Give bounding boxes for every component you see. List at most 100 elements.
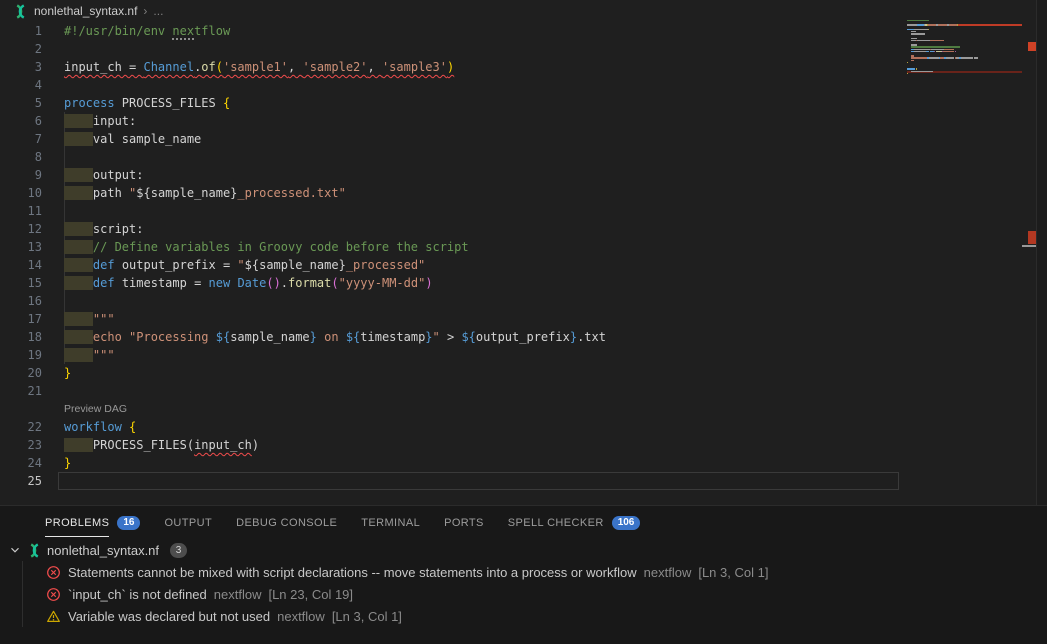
code-line: 18 echo "Processing ${sample_name} on ${… [0,328,905,346]
code-line-text[interactable]: // Define variables in Groovy code befor… [64,238,469,256]
minimap[interactable] [907,20,1022,110]
code-line-text[interactable]: """ [64,310,115,328]
code-token: () [266,276,280,290]
code-token: """ [93,348,115,362]
minimap-token [946,57,955,58]
minimap-line [907,75,1022,77]
minimap-token [911,57,927,58]
panel-tab-label: SPELL CHECKER [508,508,604,537]
code-line-text[interactable]: path "${sample_name}_processed.txt" [64,184,346,202]
code-line-text[interactable]: input_ch = Channel.of('sample1', 'sample… [64,58,454,76]
code-line-text[interactable]: } [64,364,71,382]
code-line-text[interactable]: echo "Processing ${sample_name} on ${tim… [64,328,606,346]
problem-row[interactable]: Statements cannot be mixed with script d… [0,561,1047,583]
minimap-token [914,51,926,52]
minimap-token [924,71,932,72]
line-number: 8 [0,148,42,166]
line-number: 2 [0,40,42,58]
minimap-token [938,24,947,25]
code-line-text[interactable]: val sample_name [64,130,201,148]
problem-row[interactable]: Variable was declared but not usednextfl… [0,605,1047,627]
code-token: PROCESS_FILES [115,96,223,110]
code-line-text[interactable]: def timestamp = new Date().format("yyyy-… [64,274,433,292]
breadcrumb-filename[interactable]: nonlethal_syntax.nf [34,4,137,18]
minimap-token [924,20,929,21]
minimap-token [944,49,954,50]
problems-file-group[interactable]: nonlethal_syntax.nf 3 [0,539,1047,561]
code-line-text[interactable]: workflow { [64,418,136,436]
code-token: output_prefix [476,330,570,344]
code-line: 23 PROCESS_FILES(input_ch) [0,436,905,454]
indent-highlight [64,258,93,272]
code-line-text[interactable]: output: [64,166,143,184]
code-line: 20} [0,364,905,382]
code-line-text[interactable]: PROCESS_FILES(input_ch) [64,436,259,454]
code-line-text[interactable]: script: [64,220,143,238]
code-line-text[interactable]: def output_prefix = "${sample_name}_proc… [64,256,425,274]
code-token: sample_name [230,330,309,344]
panel-tab-spell-checker[interactable]: SPELL CHECKER106 [508,506,641,539]
minimap-token [914,29,928,30]
line-number: 1 [0,22,42,40]
indent-highlight [64,348,93,362]
minimap-token [907,68,915,69]
code-line: 3input_ch = Channel.of('sample1', 'sampl… [0,58,905,76]
nextflow-file-icon [13,4,28,19]
nextflow-file-icon [27,543,42,558]
indent-highlight [64,276,93,290]
code-token: ${sample_name} [136,186,237,200]
code-token: on [317,330,346,344]
panel-tab-label: PORTS [444,508,484,537]
panel-tab-ports[interactable]: PORTS [444,506,484,539]
vscode-window: nonlethal_syntax.nf › ... Preview DAG 1 #… [0,0,1047,644]
code-line-text[interactable]: } [64,454,71,472]
breadcrumb[interactable]: nonlethal_syntax.nf › ... [0,0,905,22]
code-line: 15 def timestamp = new Date().format("yy… [0,274,905,292]
code-token: ( [216,60,223,74]
panel-tab-problems[interactable]: PROBLEMS16 [45,506,140,539]
code-line-text[interactable]: process PROCESS_FILES { [64,94,230,112]
line-number: 15 [0,274,42,292]
problems-tree: nonlethal_syntax.nf 3 Statements cannot … [0,539,1047,627]
code-line-text[interactable]: input: [64,112,136,130]
line-number: 14 [0,256,42,274]
code-line: 14 def output_prefix = "${sample_name}_p… [0,256,905,274]
code-token: ( [331,276,338,290]
line-number: 24 [0,454,42,472]
minimap-token [928,29,929,30]
code-token: Channel [143,60,194,74]
panel-tab-bar: PROBLEMS16 OUTPUT DEBUG CONSOLE TERMINAL POR… [0,506,1047,539]
panel-tab-output[interactable]: OUTPUT [164,506,212,539]
code-line: 9 output: [0,166,905,184]
code-line-text[interactable]: #!/usr/bin/env nextflow [64,22,230,40]
breadcrumb-more[interactable]: ... [153,4,163,18]
code-line: 16 [0,292,905,310]
code-editor[interactable]: Preview DAG 1 #!/usr/bin/env nextflow 23in… [0,22,905,505]
code-line-text[interactable]: """ [64,346,115,364]
indent-highlight [64,438,93,452]
overview-ruler[interactable] [1022,0,1036,505]
code-token [122,420,129,434]
minimap-token [911,60,914,61]
panel-tab-debug-console[interactable]: DEBUG CONSOLE [236,506,337,539]
warning-icon [46,609,61,624]
code-token: 'sample3' [382,60,447,74]
code-line: 13 // Define variables in Groovy code be… [0,238,905,256]
codelens-preview-dag[interactable]: Preview DAG [64,400,127,418]
code-token: script: [93,222,144,236]
minimap-token [926,51,929,52]
line-number: 13 [0,238,42,256]
chevron-down-icon[interactable] [8,543,22,557]
bottom-panel: PROBLEMS16 OUTPUT DEBUG CONSOLE TERMINAL POR… [0,505,1047,644]
code-token: output_prefix = [115,258,238,272]
problem-row[interactable]: `input_ch` is not definednextflow[Ln 23,… [0,583,1047,605]
problem-source: nextflow [277,609,325,624]
minimap-token [911,71,923,72]
minimap-token [907,73,908,74]
panel-tab-terminal[interactable]: TERMINAL [361,506,420,539]
error-icon [46,587,61,602]
minimap-token [955,51,956,52]
line-number: 5 [0,94,42,112]
minimap-token [929,57,939,58]
minimap-token [911,55,914,56]
